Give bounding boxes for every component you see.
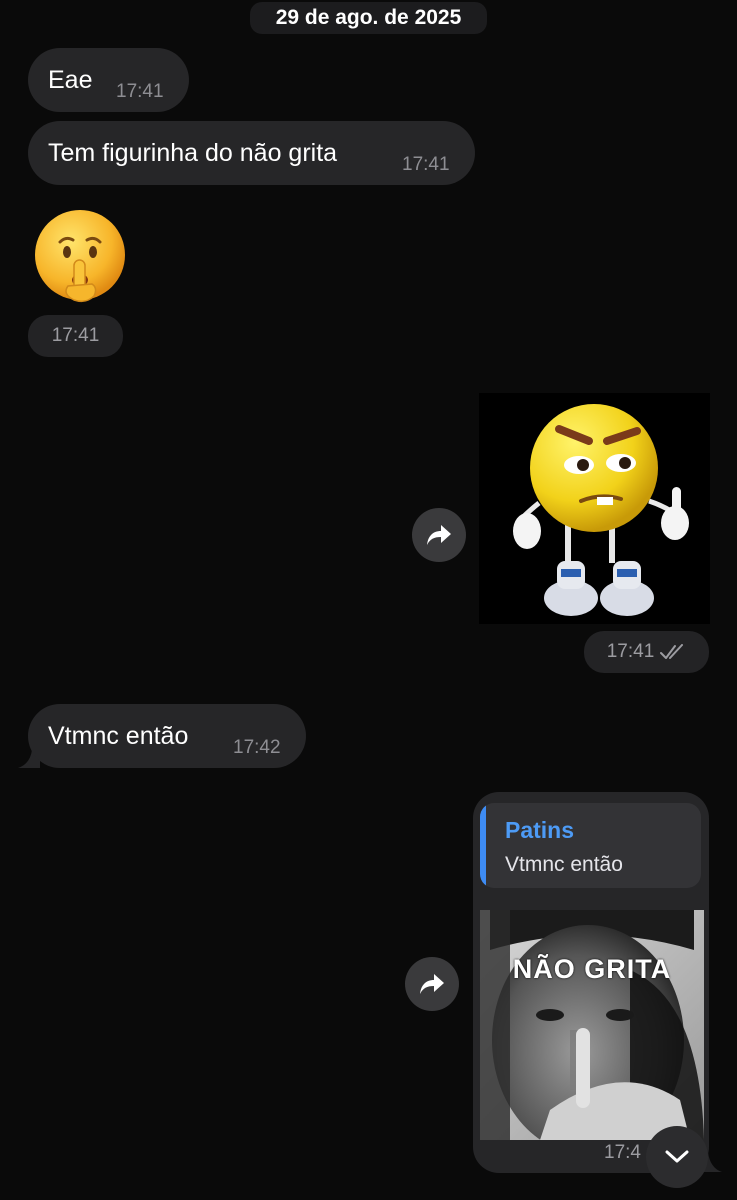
- reply-quote[interactable]: Patins Vtmnc então: [480, 803, 701, 888]
- read-double-check-icon: [660, 644, 684, 659]
- message-text: Vtmnc então: [48, 721, 189, 750]
- message-bubble[interactable]: Vtmnc então 17:42: [28, 704, 306, 768]
- meme-caption: NÃO GRITA: [512, 954, 672, 984]
- reply-author: Patins: [505, 817, 575, 843]
- message-text: Tem figurinha do não grita: [48, 138, 338, 167]
- message-time: 17:4: [604, 1142, 641, 1163]
- reply-text: Vtmnc então: [505, 853, 623, 876]
- message-bubble[interactable]: Tem figurinha do não grita 17:41: [28, 121, 475, 185]
- date-header-label: 29 de ago. de 2025: [275, 6, 462, 29]
- message-time: 17:41: [51, 325, 100, 346]
- scroll-to-bottom-button[interactable]: [646, 1126, 708, 1188]
- forward-arrow-icon: [420, 974, 444, 994]
- message-time: 17:42: [233, 737, 281, 758]
- angry-emoji-sticker-icon: [513, 404, 689, 616]
- reply-accent-bar: [480, 803, 486, 888]
- chevron-down-icon: [665, 1150, 689, 1163]
- message-time: 17:41: [606, 641, 655, 662]
- message-text: Eae: [48, 65, 93, 94]
- forward-button[interactable]: [412, 508, 466, 562]
- message-time-pill: 17:41: [28, 315, 123, 357]
- emoji-message[interactable]: [32, 208, 128, 304]
- message-time: 17:41: [402, 154, 450, 175]
- message-time-pill: 17:41: [584, 631, 709, 673]
- forward-button[interactable]: [405, 957, 459, 1011]
- reply-message-bubble[interactable]: Patins Vtmnc então NÃO GRITA 17:4: [473, 792, 709, 1173]
- meme-photo: [480, 910, 704, 1140]
- message-time: 17:41: [116, 81, 164, 102]
- forward-arrow-icon: [427, 525, 451, 545]
- message-bubble[interactable]: Eae 17:41: [28, 48, 189, 112]
- meme-image[interactable]: NÃO GRITA: [480, 910, 704, 1140]
- shushing-face-emoji-icon: [35, 210, 125, 303]
- date-header: 29 de ago. de 2025: [250, 2, 487, 34]
- sticker-message[interactable]: [479, 393, 710, 624]
